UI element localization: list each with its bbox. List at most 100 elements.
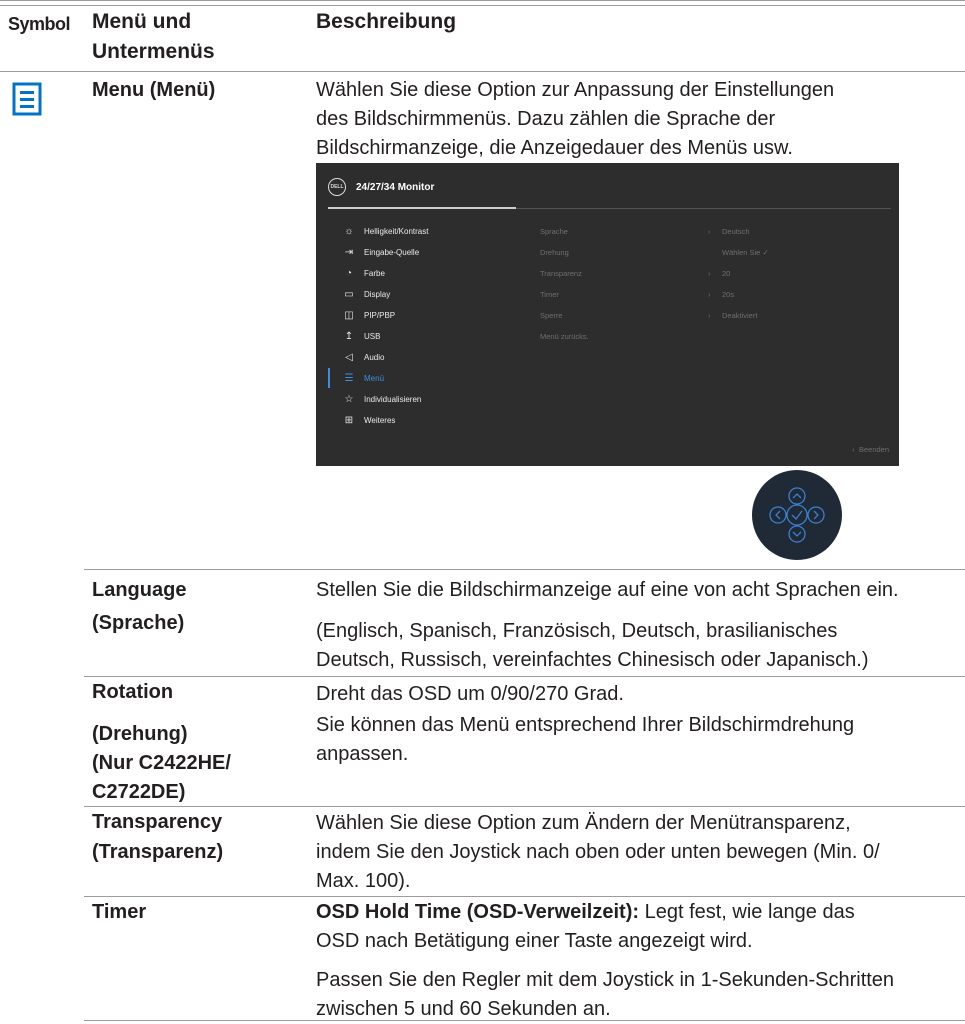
osd-item-label: Eingabe-Quelle (364, 247, 420, 257)
transparency-desc-3: Max. 100). (316, 870, 411, 892)
osd-sub-lock: Sperre (540, 310, 563, 320)
joystick-ok-icon (786, 504, 808, 526)
osd-item-usb: ↥ USB (342, 327, 381, 345)
osd-value: Deutsch (722, 226, 750, 236)
rotation-desc-3: anpassen. (316, 743, 409, 765)
osd-title-underline (328, 207, 516, 209)
header-menu-line2: Untermenüs (92, 40, 215, 63)
osd-val-rotation: Wählen Sie ✓ (708, 243, 769, 261)
osd-item-label: Audio (364, 352, 385, 362)
language-desc-2: (Englisch, Spanisch, Französisch, Deutsc… (316, 620, 838, 642)
osd-value: Deaktiviert (722, 310, 758, 320)
timer-desc-3: Passen Sie den Regler mit dem Joystick i… (316, 969, 895, 991)
osd-sub-reset: Menü zurücks. (540, 331, 589, 341)
rotation-name-1: Rotation (92, 681, 174, 703)
osd-item-personalize: ☆ Individualisieren (342, 390, 422, 408)
osd-item-label: Menü (364, 373, 385, 383)
osd-sub-timer: Timer (540, 289, 559, 299)
osd-item-label: USB (364, 331, 381, 341)
osd-item-label: Weiteres (364, 415, 396, 425)
language-name-1: Language (92, 579, 187, 601)
osd-item-label: Display (364, 289, 391, 299)
menu-list-icon (12, 82, 42, 116)
osd-item-others: ⊞ Weiteres (342, 411, 396, 429)
usb-icon: ↥ (344, 330, 354, 342)
chevron-right-icon: › (708, 226, 711, 236)
timer-desc-2: OSD nach Betätigung einer Taste angezeig… (316, 930, 753, 952)
display-icon: ▭ (344, 288, 354, 300)
transparency-name-1: Transparency (92, 811, 223, 833)
transparency-desc-1: Wählen Sie diese Option zum Ändern der M… (316, 812, 851, 834)
osd-selection-bar (328, 368, 330, 388)
joystick-left-icon (769, 506, 787, 524)
osd-sub-language: Sprache (540, 226, 568, 236)
osd-item-audio: ◁ Audio (342, 348, 384, 366)
joystick-diagram (752, 470, 842, 560)
menu-row-desc-3: Bildschirmanzeige, die Anzeigedauer des … (316, 137, 793, 159)
top-rule (0, 0, 965, 1)
dell-logo: DELL (328, 178, 346, 196)
rotation-name-4: C2722DE) (92, 781, 186, 803)
osd-item-display: ▭ Display (342, 285, 390, 303)
language-desc-1: Stellen Sie die Bildschirmanzeige auf ei… (316, 579, 899, 601)
menu-row-name: Menu (Menü) (92, 79, 216, 101)
joystick-down-icon (788, 525, 806, 543)
row-rule (84, 896, 965, 897)
chevron-right-icon: › (708, 310, 711, 320)
top-rule-2 (0, 5, 965, 6)
osd-item-label: PIP/PBP (364, 310, 396, 320)
joystick-up-icon (788, 487, 806, 505)
audio-icon: ◁ (345, 351, 353, 363)
chevron-right-icon: › (708, 268, 711, 278)
osd-exit: ‹ Beenden (852, 445, 889, 454)
osd-title: 24/27/34 Monitor (356, 182, 435, 193)
osd-value: 20 (722, 268, 731, 278)
osd-value: 20s (722, 289, 735, 299)
others-icon: ⊞ (344, 414, 354, 426)
header-symbol: Symbol (8, 14, 71, 34)
osd-item-input: ⇥ Eingabe-Quelle (342, 243, 419, 261)
osd-item-pip: ◫ PIP/PBP (342, 306, 395, 324)
transparency-desc-2: indem Sie den Joystick nach oben oder un… (316, 841, 880, 863)
joystick-right-icon (807, 506, 825, 524)
osd-item-label: Farbe (364, 268, 385, 278)
chevron-right-icon: › (708, 289, 711, 299)
osd-item-label: Individualisieren (364, 394, 422, 404)
rotation-desc-2: Sie können das Menü entsprechend Ihrer B… (316, 714, 855, 736)
input-source-icon: ⇥ (344, 246, 354, 258)
pip-pbp-icon: ◫ (344, 309, 354, 321)
menu-icon: ☰ (344, 372, 354, 384)
timer-desc-rest: Legt fest, wie lange das (639, 901, 855, 923)
osd-item-color: ◔ Farbe (342, 264, 385, 282)
header-description: Beschreibung (316, 10, 457, 33)
rotation-desc-1: Dreht das OSD um 0/90/270 Grad. (316, 683, 624, 705)
star-icon: ☆ (344, 393, 354, 405)
brightness-icon: ☼ (344, 225, 354, 237)
row-rule (84, 676, 965, 677)
language-name-2: (Sprache) (92, 612, 185, 634)
timer-desc-bold: OSD Hold Time (OSD-Verweilzeit): (316, 901, 640, 923)
osd-sub-transparency: Transparenz (540, 268, 582, 278)
transparency-name-2: (Transparenz) (92, 841, 224, 863)
header-rule (0, 71, 965, 72)
osd-item-brightness: ☼ Helligkeit/Kontrast (342, 222, 428, 240)
osd-item-menu: ☰ Menü (342, 369, 385, 387)
osd-val-transparency: › 20 (708, 264, 730, 282)
language-desc-3: Deutsch, Russisch, vereinfachtes Chinesi… (316, 649, 869, 671)
menu-row-desc-2: des Bildschirmmenüs. Dazu zählen die Spr… (316, 108, 776, 130)
row-rule (84, 569, 965, 570)
menu-row-desc-1: Wählen Sie diese Option zur Anpassung de… (316, 79, 835, 101)
osd-val-lock: › Deaktiviert (708, 306, 757, 324)
osd-val-language: › Deutsch (708, 222, 750, 240)
osd-sub-rotation: Drehung (540, 247, 569, 257)
timer-desc-1: OSD Hold Time (OSD-Verweilzeit): Legt fe… (316, 898, 855, 927)
timer-name: Timer (92, 901, 147, 923)
chevron-left-icon: ‹ (852, 445, 859, 454)
osd-screenshot: DELL 24/27/34 Monitor ☼ Helligkeit/Kontra… (316, 163, 899, 466)
color-icon: ◔ (345, 267, 353, 279)
osd-val-timer: › 20s (708, 285, 734, 303)
osd-exit-label: Beenden (858, 445, 889, 454)
header-menu-line1: Menü und (92, 10, 192, 33)
osd-item-label: Helligkeit/Kontrast (364, 226, 429, 236)
osd-value: Wählen Sie ✓ (722, 247, 769, 257)
